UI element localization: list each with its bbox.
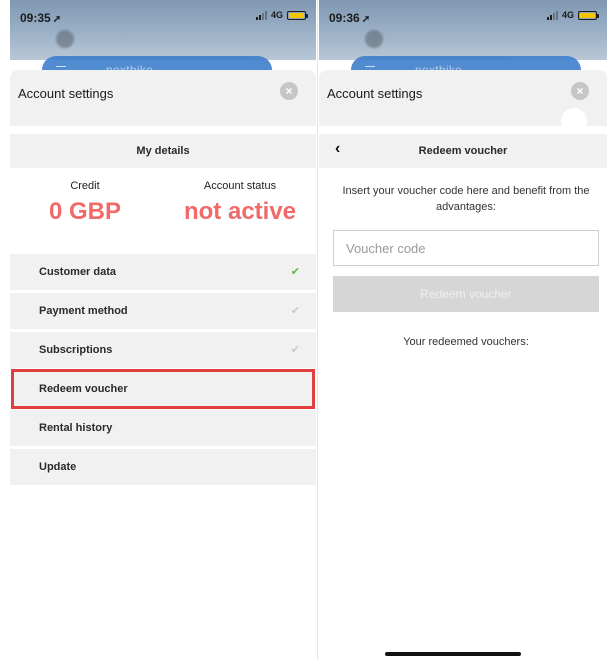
status-indicators: 4G	[546, 10, 599, 20]
status-time-text: 09:36	[329, 11, 360, 25]
account-settings-sheet: Account settings × ‹ Redeem voucher Inse…	[319, 70, 607, 660]
home-indicator[interactable]	[385, 652, 521, 656]
redeem-voucher-header: ‹ Redeem voucher	[319, 134, 607, 168]
map-bike-marker-icon	[56, 30, 74, 48]
account-menu: Customer data ✔ Payment method ✔ Subscri…	[10, 254, 316, 488]
account-status-stat: Account status not active	[170, 180, 310, 226]
voucher-code-input[interactable]	[333, 230, 599, 266]
check-icon: ✔	[290, 305, 300, 317]
sheet-title: Account settings	[18, 86, 114, 101]
status-time: 09:35 ➚	[20, 11, 61, 25]
menu-item-label: Subscriptions	[39, 344, 113, 356]
status-indicators: 4G	[255, 10, 308, 20]
menu-item-redeem-voucher[interactable]: Redeem voucher	[11, 369, 315, 409]
credit-value: 0 GBP	[48, 198, 122, 225]
menu-item-label: Redeem voucher	[39, 383, 128, 395]
account-status-label: Account status	[203, 180, 277, 192]
left-phone-screen: 09:35➚ 4G nextbike Account settings × My…	[10, 0, 316, 660]
menu-item-update[interactable]: Update	[10, 449, 316, 485]
my-details-header: My details	[10, 134, 316, 168]
subheader-title: Redeem voucher	[418, 145, 508, 157]
menu-item-label: Customer data	[39, 266, 117, 278]
battery-icon	[287, 10, 308, 20]
menu-item-customer-data[interactable]: Customer data ✔	[10, 254, 316, 290]
credit-label: Credit	[70, 180, 100, 192]
comparison-stage: 09:35➚ 4G nextbike Account settings × My…	[0, 0, 607, 660]
network-type: 4G	[270, 10, 283, 20]
account-status-value: not active	[183, 198, 297, 225]
right-phone-screen: 09:36➚ 4G nextbike Account settings × ‹ …	[319, 0, 607, 660]
map-button-peek	[561, 108, 587, 134]
account-settings-sheet: Account settings × My details Credit 0 G…	[10, 70, 316, 660]
menu-item-label: Payment method	[39, 305, 128, 317]
battery-icon	[578, 10, 599, 20]
redeem-voucher-button[interactable]: Redeem voucher	[333, 276, 599, 312]
close-icon[interactable]: ×	[280, 82, 298, 100]
menu-item-label: Update	[39, 461, 77, 473]
check-icon: ✔	[290, 344, 300, 356]
signal-icon	[255, 10, 267, 20]
credit-stat: Credit 0 GBP	[30, 180, 140, 226]
sheet-header: Account settings ×	[10, 70, 316, 126]
map-bike-marker-icon	[365, 30, 383, 48]
chevron-left-icon[interactable]: ‹	[335, 141, 340, 157]
menu-item-payment-method[interactable]: Payment method ✔	[10, 293, 316, 329]
subheader-title: My details	[136, 145, 190, 157]
check-icon: ✔	[290, 266, 300, 278]
network-type: 4G	[561, 10, 574, 20]
status-time-text: 09:35	[20, 11, 51, 25]
sheet-header: Account settings ×	[319, 70, 607, 134]
menu-item-label: Rental history	[39, 422, 113, 434]
location-arrow-icon: ➚	[361, 14, 371, 25]
location-arrow-icon: ➚	[52, 14, 62, 25]
sheet-title: Account settings	[327, 86, 423, 101]
status-bar: 09:35 ➚ 4G	[10, 0, 316, 60]
status-bar: 09:36 ➚ 4G	[319, 0, 607, 60]
redeemed-vouchers-label: Your redeemed vouchers:	[403, 336, 529, 348]
close-icon[interactable]: ×	[571, 82, 589, 100]
menu-item-rental-history[interactable]: Rental history	[10, 410, 316, 446]
voucher-intro-text: Insert your voucher code here and benefi…	[342, 185, 590, 213]
signal-icon	[546, 10, 558, 20]
screen-divider	[317, 0, 318, 660]
status-time: 09:36 ➚	[329, 11, 370, 25]
menu-item-subscriptions[interactable]: Subscriptions ✔	[10, 332, 316, 368]
account-stats: Credit 0 GBP Account status not active	[10, 180, 316, 240]
